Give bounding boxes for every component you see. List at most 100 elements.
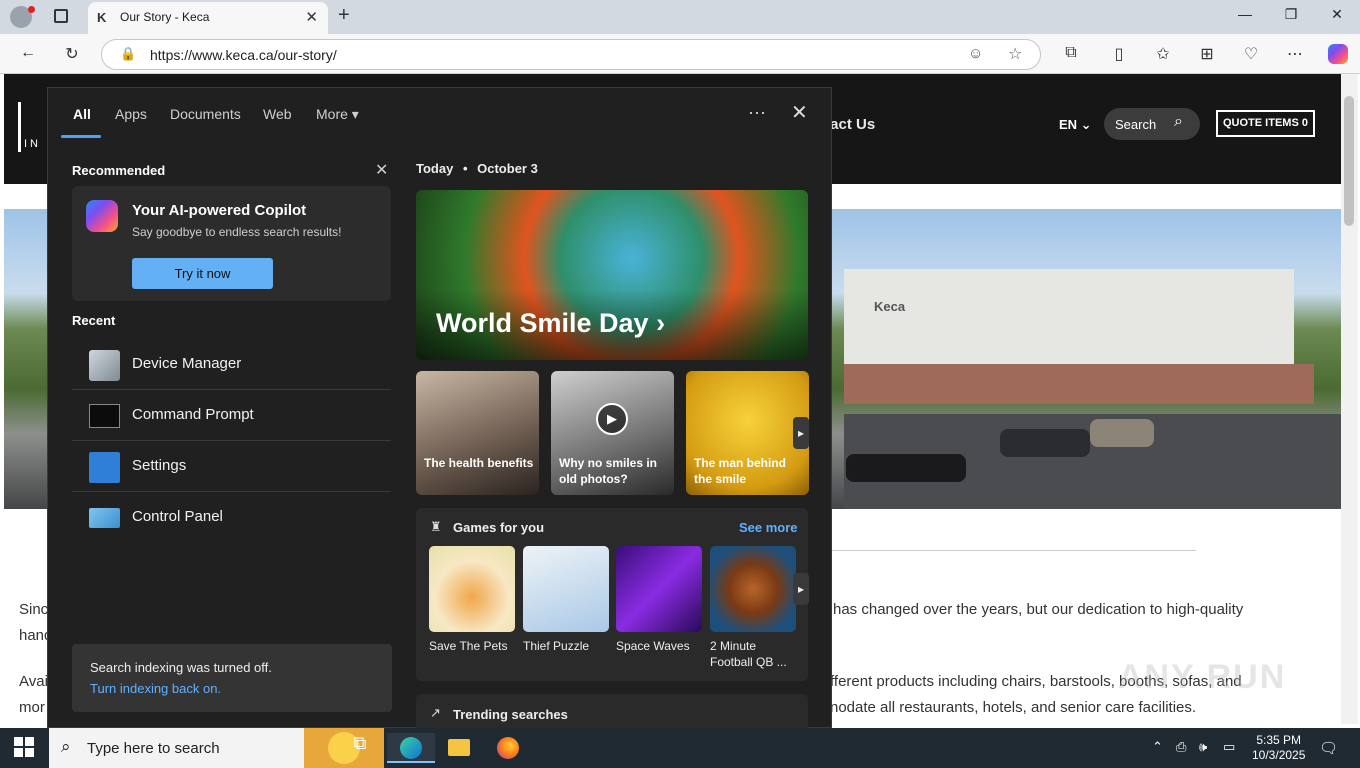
read-aloud-icon[interactable]: ☺ — [968, 45, 983, 62]
watermark: ANY RUN — [1118, 658, 1287, 696]
settings-more-icon[interactable]: ⋯ — [1283, 44, 1307, 64]
clock-time: 5:35 PM — [1256, 733, 1302, 747]
copilot-title: Your AI-powered Copilot — [132, 202, 307, 219]
taskbar-search-box[interactable]: ⌕ Type here to search — [49, 728, 384, 768]
stories-next-icon[interactable]: ▸ — [793, 417, 809, 449]
language-selector[interactable]: EN ⌄ — [1059, 117, 1092, 133]
firefox-icon[interactable] — [484, 733, 532, 763]
firefox-logo — [497, 737, 519, 759]
indexing-notice: Search indexing was turned off. Turn ind… — [72, 644, 392, 712]
tab-all[interactable]: All — [73, 106, 91, 122]
quote-items-button[interactable]: QUOTE ITEMS 0 — [1216, 110, 1315, 137]
turn-indexing-on-link[interactable]: Turn indexing back on. — [90, 681, 221, 696]
trending-heading: Trending searches — [453, 707, 568, 722]
site-info-icon[interactable]: 🔒 — [120, 46, 136, 62]
trending-icon: ↗ — [430, 705, 441, 720]
try-it-now-button[interactable]: Try it now — [132, 258, 273, 289]
paragraph-fragment: Avai — [19, 673, 48, 690]
play-icon[interactable]: ▶ — [596, 403, 628, 435]
divider — [824, 550, 1196, 551]
active-tab-indicator — [61, 135, 101, 138]
tab-apps[interactable]: Apps — [115, 106, 147, 122]
browser-tab[interactable]: K Our Story - Keca ✕ — [88, 2, 328, 34]
site-search-button[interactable]: Search ⌕ — [1104, 108, 1200, 140]
story-card[interactable]: ▶ Why no smiles in old photos? — [551, 371, 674, 495]
start-logo-part — [14, 748, 23, 757]
control-panel-icon — [89, 508, 120, 528]
recent-item-command-prompt[interactable]: Command Prompt — [72, 391, 391, 441]
clock-date: 10/3/2025 — [1252, 748, 1306, 762]
collections-icon[interactable]: ⊞ — [1195, 44, 1219, 64]
today-date: October 3 — [477, 161, 538, 176]
scrollbar-thumb[interactable] — [1344, 96, 1354, 226]
edge-taskbar-icon[interactable] — [387, 733, 435, 763]
recent-item-label: Control Panel — [132, 508, 223, 525]
world-smile-day-card[interactable]: World Smile Day › — [416, 190, 808, 360]
system-clock[interactable]: 5:35 PM 10/3/2025 — [1252, 733, 1305, 763]
copilot-icon[interactable] — [1328, 44, 1348, 64]
game-thumbnail — [523, 546, 609, 632]
game-tile[interactable]: Save The Pets — [429, 546, 515, 654]
new-tab-button[interactable]: + — [338, 4, 350, 27]
favorite-star-icon[interactable]: ☆ — [1008, 44, 1022, 64]
more-options-icon[interactable]: ··· — [748, 102, 766, 123]
games-card: ♜ Games for you See more Save The Pets T… — [416, 508, 808, 681]
story-label: The man behind the smile — [694, 456, 787, 486]
network-icon[interactable]: ▭ — [1223, 739, 1235, 755]
windows-search-panel: All Apps Documents Web More ▾ ··· ✕ Reco… — [47, 87, 832, 734]
tab-web[interactable]: Web — [263, 106, 292, 122]
story-card[interactable]: The man behind the smile — [686, 371, 809, 495]
tab-close-icon[interactable]: ✕ — [305, 8, 318, 26]
game-tile[interactable]: Space Waves — [616, 546, 702, 654]
task-view-icon[interactable]: ⧉ — [336, 733, 384, 763]
game-tile[interactable]: 2 Minute Football QB ... — [710, 546, 796, 670]
close-icon[interactable]: ✕ — [791, 100, 808, 125]
recent-item-device-manager[interactable]: Device Manager — [72, 340, 391, 390]
url-bar[interactable]: 🔒 https://www.keca.ca/our-story/ ☺ ☆ — [101, 39, 1041, 70]
see-more-link[interactable]: See more — [739, 520, 798, 535]
meet-now-icon[interactable]: ⎙ — [1176, 739, 1186, 755]
story-card[interactable]: The health benefits — [416, 371, 539, 495]
game-tile[interactable]: Thief Puzzle — [523, 546, 609, 654]
settings-icon — [89, 452, 120, 483]
games-next-icon[interactable]: ▸ — [793, 573, 809, 605]
start-logo-part — [25, 737, 34, 746]
recent-item-label: Command Prompt — [132, 406, 254, 423]
dismiss-recommended-icon[interactable]: ✕ — [375, 160, 388, 180]
favorites-icon[interactable]: ✩ — [1151, 44, 1175, 64]
restore-button[interactable]: ❐ — [1268, 6, 1314, 23]
minimize-button[interactable]: — — [1222, 6, 1268, 22]
extensions-icon[interactable]: ⧉ — [1059, 44, 1083, 62]
notification-dot-icon — [28, 6, 35, 13]
tab-documents[interactable]: Documents — [170, 106, 241, 122]
game-label: 2 Minute Football QB ... — [710, 639, 787, 669]
indexing-text: Search indexing was turned off. — [90, 660, 272, 675]
device-manager-icon — [89, 350, 120, 381]
folder-shape — [448, 739, 470, 756]
browser-essentials-icon[interactable]: ♡ — [1239, 44, 1263, 64]
caret-down-icon: ▾ — [351, 106, 359, 122]
file-explorer-icon[interactable] — [435, 733, 483, 763]
tray-overflow-icon[interactable]: ⌃ — [1152, 739, 1163, 755]
copilot-subtitle: Say goodbye to endless search results! — [132, 225, 342, 239]
back-icon[interactable]: ← — [16, 44, 40, 62]
recent-item-control-panel[interactable]: Control Panel — [72, 493, 391, 543]
car-image — [1090, 419, 1154, 447]
browser-tab-bar: K Our Story - Keca ✕ + — ❐ ✕ — [0, 0, 1360, 34]
recent-item-settings[interactable]: Settings — [72, 442, 391, 492]
refresh-icon[interactable]: ↻ — [60, 44, 84, 64]
tab-title: Our Story - Keca — [120, 10, 210, 24]
story-label: The health benefits — [424, 456, 534, 470]
tab-actions-icon[interactable] — [54, 9, 68, 23]
site-logo[interactable]: IN — [18, 102, 48, 152]
close-window-button[interactable]: ✕ — [1314, 6, 1360, 23]
tab-more[interactable]: More ▾ — [316, 106, 359, 123]
recent-item-label: Settings — [132, 457, 187, 474]
url-text: https://www.keca.ca/our-story/ — [150, 47, 337, 63]
windows-start-icon[interactable] — [14, 737, 34, 757]
today-label: Today — [416, 161, 454, 176]
notifications-icon[interactable]: 🗨 — [1319, 739, 1338, 757]
split-screen-icon[interactable]: ▯ — [1107, 44, 1131, 64]
story-label: Why no smiles in old photos? — [559, 456, 658, 486]
volume-icon[interactable]: 🕪 — [1199, 739, 1207, 755]
